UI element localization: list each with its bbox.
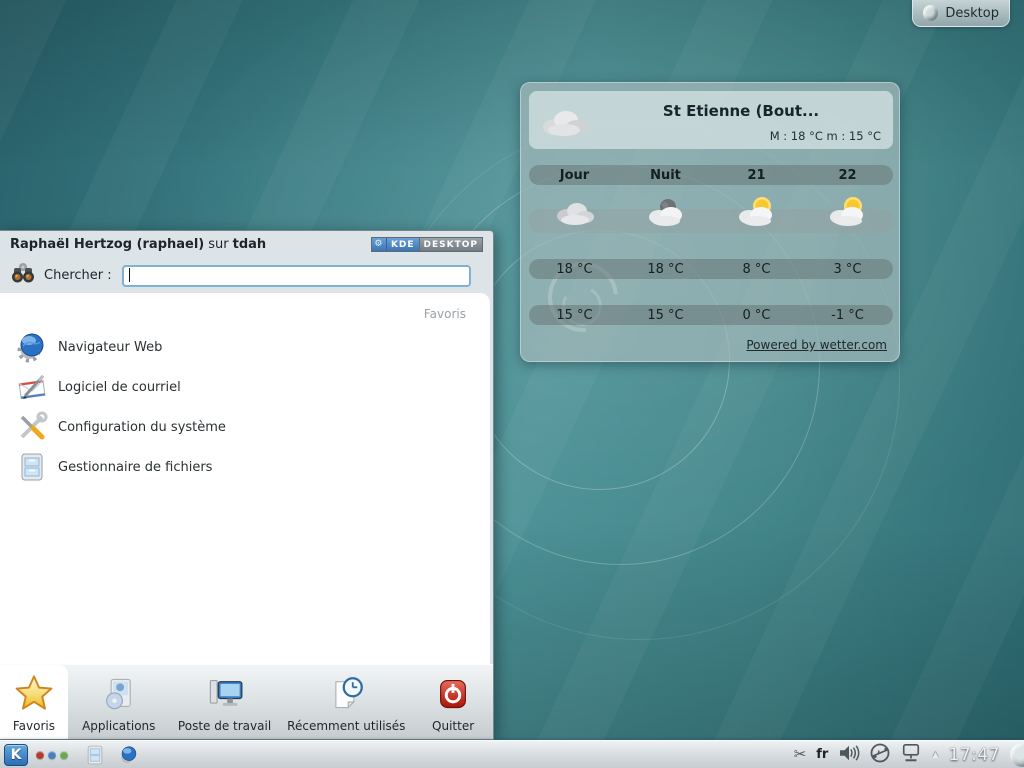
applications-icon bbox=[101, 676, 137, 716]
kmenu-button[interactable]: K bbox=[4, 744, 28, 766]
weather-header: St Etienne (Bout... M : 18 °C m : 15 °C bbox=[529, 91, 893, 149]
search-input-wrap bbox=[122, 264, 471, 286]
digital-clock[interactable]: 17:47 bbox=[949, 745, 1001, 765]
favorites-list: Navigateur Web bbox=[0, 327, 490, 487]
night-temp: 15 °C bbox=[529, 308, 620, 323]
tab-quitter[interactable]: Quitter bbox=[413, 665, 493, 739]
tab-label: Quitter bbox=[432, 719, 474, 733]
recent-documents-icon bbox=[328, 676, 364, 716]
kde-logo-icon: K bbox=[11, 748, 22, 762]
tab-applications[interactable]: Applications bbox=[68, 665, 170, 739]
night-cloudy-icon bbox=[620, 196, 711, 232]
search-label: Chercher : bbox=[44, 268, 112, 283]
list-item-email[interactable]: Logiciel de courriel bbox=[0, 367, 490, 407]
device-notifier-icon[interactable] bbox=[870, 743, 890, 767]
web-browser-icon bbox=[16, 331, 48, 363]
kickoff-search-row: Chercher : bbox=[0, 257, 493, 293]
list-item-file-manager[interactable]: Gestionnaire de fichiers bbox=[0, 447, 490, 487]
day-temp: 18 °C bbox=[529, 262, 620, 277]
desktop-toolbox-label: Desktop bbox=[945, 6, 999, 21]
kickoff-titlebar: Raphaël Hertzog (raphael)surtdah ⚙ KDE D… bbox=[0, 231, 493, 257]
kickoff-tabbar: Favoris Applications bbox=[0, 664, 493, 739]
badge-kde-label: KDE bbox=[387, 238, 419, 251]
kickoff-content: Favoris Navigateur Web bbox=[0, 293, 490, 664]
cloud-icon bbox=[539, 103, 591, 143]
volume-icon[interactable] bbox=[838, 744, 860, 766]
tab-poste-de-travail[interactable]: Poste de travail bbox=[170, 665, 280, 739]
file-manager-launcher-icon[interactable] bbox=[84, 744, 106, 766]
weather-col-label: 22 bbox=[802, 168, 893, 183]
panel-cashew-icon[interactable] bbox=[1010, 743, 1024, 767]
power-icon bbox=[435, 676, 471, 716]
tab-label: Favoris bbox=[13, 719, 55, 733]
partly-sunny-icon bbox=[802, 196, 893, 232]
weather-col-label: Nuit bbox=[620, 168, 711, 183]
web-browser-launcher-icon[interactable] bbox=[118, 744, 140, 766]
tab-recemment-utilises[interactable]: Récemment utilisés bbox=[279, 665, 413, 739]
taskbar-panel: K ✂ fr bbox=[0, 740, 1024, 768]
email-icon bbox=[16, 371, 48, 403]
weather-location-title: St Etienne (Bout... bbox=[599, 102, 883, 120]
title-connector: sur bbox=[204, 237, 232, 252]
breadcrumb: Favoris bbox=[424, 307, 466, 321]
tab-favoris[interactable]: Favoris bbox=[0, 665, 68, 739]
weather-col-label: 21 bbox=[711, 168, 802, 183]
night-temp: 15 °C bbox=[620, 308, 711, 323]
text-caret bbox=[129, 268, 130, 282]
tab-label: Poste de travail bbox=[178, 719, 271, 733]
user-host-title: Raphaël Hertzog (raphael)surtdah bbox=[10, 237, 266, 252]
tray-expander-icon[interactable]: ▲ bbox=[932, 750, 938, 759]
search-input[interactable] bbox=[122, 265, 471, 287]
computer-icon bbox=[207, 676, 243, 716]
list-item-label: Navigateur Web bbox=[58, 340, 162, 355]
blue-dot-icon[interactable] bbox=[48, 751, 56, 759]
display-network-icon[interactable] bbox=[900, 743, 922, 767]
user-name: Raphaël Hertzog (raphael) bbox=[10, 237, 204, 252]
day-temp: 3 °C bbox=[802, 262, 893, 277]
weather-column-headers: Jour Nuit 21 22 bbox=[529, 165, 893, 185]
weather-col-label: Jour bbox=[529, 168, 620, 183]
weather-day-temps: 18 °C 18 °C 8 °C 3 °C bbox=[529, 259, 893, 279]
tab-label: Applications bbox=[82, 719, 155, 733]
system-tray: ✂ fr ▲ 17:47 bbox=[794, 743, 1018, 767]
night-temp: -1 °C bbox=[802, 308, 893, 323]
cashew-icon bbox=[923, 5, 938, 21]
red-dot-icon[interactable] bbox=[36, 751, 44, 759]
weather-night-temps: 15 °C 15 °C 0 °C -1 °C bbox=[529, 305, 893, 325]
desktop-toolbox[interactable]: Desktop bbox=[912, 0, 1010, 27]
weather-minmax: M : 18 °C m : 15 °C bbox=[770, 129, 881, 143]
list-item-web-browser[interactable]: Navigateur Web bbox=[0, 327, 490, 367]
list-item-label: Logiciel de courriel bbox=[58, 380, 181, 395]
host-name: tdah bbox=[233, 237, 267, 252]
system-settings-icon bbox=[16, 411, 48, 443]
day-temp: 18 °C bbox=[620, 262, 711, 277]
file-manager-icon bbox=[16, 451, 48, 483]
clipboard-scissors-icon[interactable]: ✂ bbox=[794, 747, 807, 762]
star-icon bbox=[14, 674, 54, 716]
kde-desktop-badge: ⚙ KDE DESKTOP bbox=[371, 237, 483, 252]
day-temp: 8 °C bbox=[711, 262, 802, 277]
weather-widget[interactable]: St Etienne (Bout... M : 18 °C m : 15 °C … bbox=[520, 82, 900, 362]
night-temp: 0 °C bbox=[711, 308, 802, 323]
cloudy-icon bbox=[529, 196, 620, 232]
list-item-label: Gestionnaire de fichiers bbox=[58, 460, 212, 475]
green-dot-icon[interactable] bbox=[60, 751, 68, 759]
binoculars-icon bbox=[10, 260, 36, 290]
list-item-system-settings[interactable]: Configuration du système bbox=[0, 407, 490, 447]
kde-gear-icon: ⚙ bbox=[372, 238, 387, 251]
partly-sunny-icon bbox=[711, 196, 802, 232]
list-item-label: Configuration du système bbox=[58, 420, 226, 435]
badge-desktop-label: DESKTOP bbox=[419, 238, 482, 251]
activity-dots[interactable] bbox=[36, 751, 68, 759]
kickoff-menu: Raphaël Hertzog (raphael)surtdah ⚙ KDE D… bbox=[0, 230, 494, 740]
powered-by-link[interactable]: Powered by wetter.com bbox=[746, 338, 887, 352]
keyboard-layout-indicator[interactable]: fr bbox=[816, 747, 828, 762]
weather-forecast-icons bbox=[529, 209, 893, 233]
tab-label: Récemment utilisés bbox=[287, 719, 405, 733]
